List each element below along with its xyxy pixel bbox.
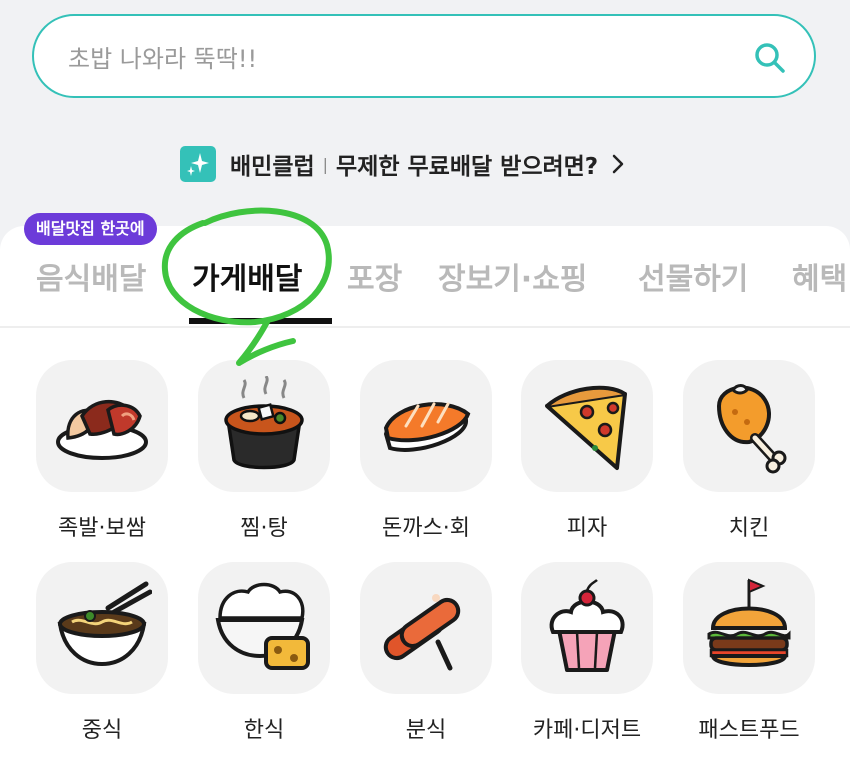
category-jjim-tang[interactable]: 찜·탕 <box>196 360 332 542</box>
category-label: 족발·보쌈 <box>58 516 146 541</box>
pizza-icon <box>545 385 627 470</box>
jokbal-icon <box>56 400 148 460</box>
tab-gift[interactable]: 선물하기 <box>638 254 748 298</box>
sushi-icon <box>383 402 471 452</box>
tab-takeout[interactable]: 포장 <box>347 254 402 298</box>
tab-bar: 음식배달 가게배달 포장 장보기·쇼핑 선물하기 혜택 <box>0 244 850 328</box>
chicken-leg-icon <box>716 384 787 474</box>
category-label: 패스트푸드 <box>698 718 800 743</box>
search-icon[interactable] <box>752 40 788 76</box>
cupcake-icon <box>549 579 625 672</box>
noodle-bowl-icon <box>57 581 152 667</box>
burger-icon <box>707 578 791 667</box>
category-bunsik[interactable]: 분식 <box>358 562 494 744</box>
tteokbokki-icon <box>383 594 461 671</box>
category-chinese[interactable]: 중식 <box>34 562 170 744</box>
club-name: 배민클럽 <box>230 154 315 180</box>
tab-benefits[interactable]: 혜택 <box>792 254 847 298</box>
category-korean[interactable]: 한식 <box>196 562 332 744</box>
category-label: 분식 <box>405 718 447 743</box>
category-donkatsu-hoe[interactable]: 돈까스·회 <box>358 360 494 542</box>
category-label: 돈까스·회 <box>382 516 470 541</box>
sparkle-icon <box>180 146 216 182</box>
tab-store-delivery[interactable]: 가게배달 <box>192 254 302 298</box>
club-promo-text: 무제한 무료배달 받으려면? <box>336 154 599 180</box>
category-label: 한식 <box>243 718 285 743</box>
category-label: 카페·디저트 <box>532 718 642 743</box>
chevron-right-icon <box>612 154 624 174</box>
stew-pot-icon <box>224 376 304 470</box>
category-label: 피자 <box>566 516 608 541</box>
tab-grocery-shopping[interactable]: 장보기·쇼핑 <box>438 254 587 298</box>
rice-bowl-icon <box>215 582 310 670</box>
category-fast-food[interactable]: 패스트푸드 <box>681 562 817 744</box>
category-label: 치킨 <box>728 516 770 541</box>
category-pizza[interactable]: 피자 <box>519 360 655 542</box>
tab-badge: 배달맛집 한곳에 <box>24 213 157 245</box>
category-cafe-dessert[interactable]: 카페·디저트 <box>519 562 655 744</box>
active-tab-underline <box>189 318 332 324</box>
category-label: 찜·탕 <box>240 516 288 541</box>
category-label: 중식 <box>81 718 123 743</box>
category-jokbal-bossam[interactable]: 족발·보쌈 <box>34 360 170 542</box>
tab-food-delivery[interactable]: 음식배달 <box>36 254 146 298</box>
club-divider: | <box>322 154 329 174</box>
club-banner[interactable]: 배민클럽 | 무제한 무료배달 받으려면? <box>180 145 624 183</box>
search-input[interactable] <box>68 42 728 76</box>
category-chicken[interactable]: 치킨 <box>681 360 817 542</box>
search-bar[interactable] <box>32 14 816 98</box>
